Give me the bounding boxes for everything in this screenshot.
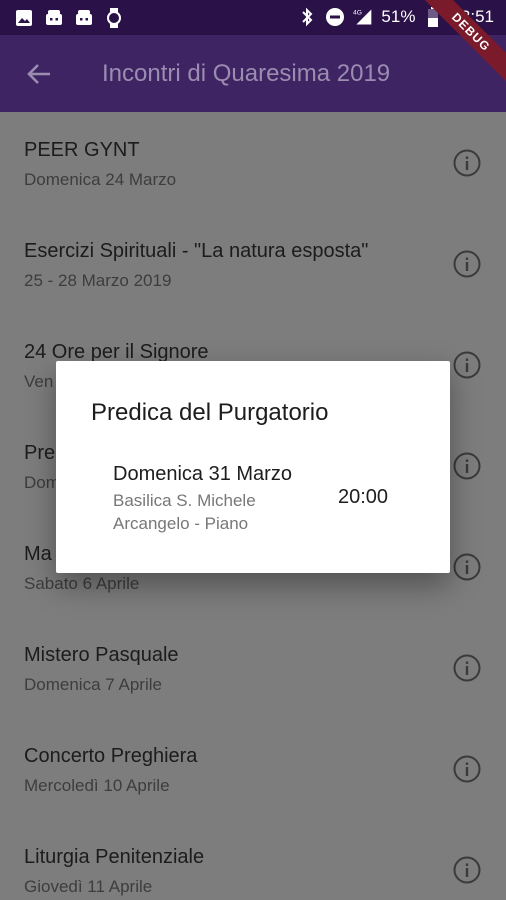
dialog-title: Predica del Purgatorio [91,399,329,426]
dialog-time: 20:00 [338,486,389,508]
bluetooth-icon [297,6,317,28]
android-icon [74,8,94,28]
android-icon [44,8,64,28]
notification-icons [14,8,124,28]
signal-4g-icon: 4G [353,6,373,28]
arrow-back-icon[interactable] [22,57,56,91]
dialog-place: Basilica S. Michele Arcangelo - Piano [113,491,256,533]
watch-icon [104,8,124,28]
page-title: Incontri di Quaresima 2019 [102,60,391,87]
do-not-disturb-icon [325,6,345,28]
debug-label: DEBUG [417,0,506,86]
image-icon [14,8,34,28]
dialog-date: Domenica 31 Marzo [113,463,292,485]
svg-text:4G: 4G [353,10,362,17]
battery-percent: 51% [381,7,416,26]
debug-banner: DEBUG [416,0,506,90]
event-detail-dialog: Predica del Purgatorio Domenica 31 Marzo… [56,361,450,573]
